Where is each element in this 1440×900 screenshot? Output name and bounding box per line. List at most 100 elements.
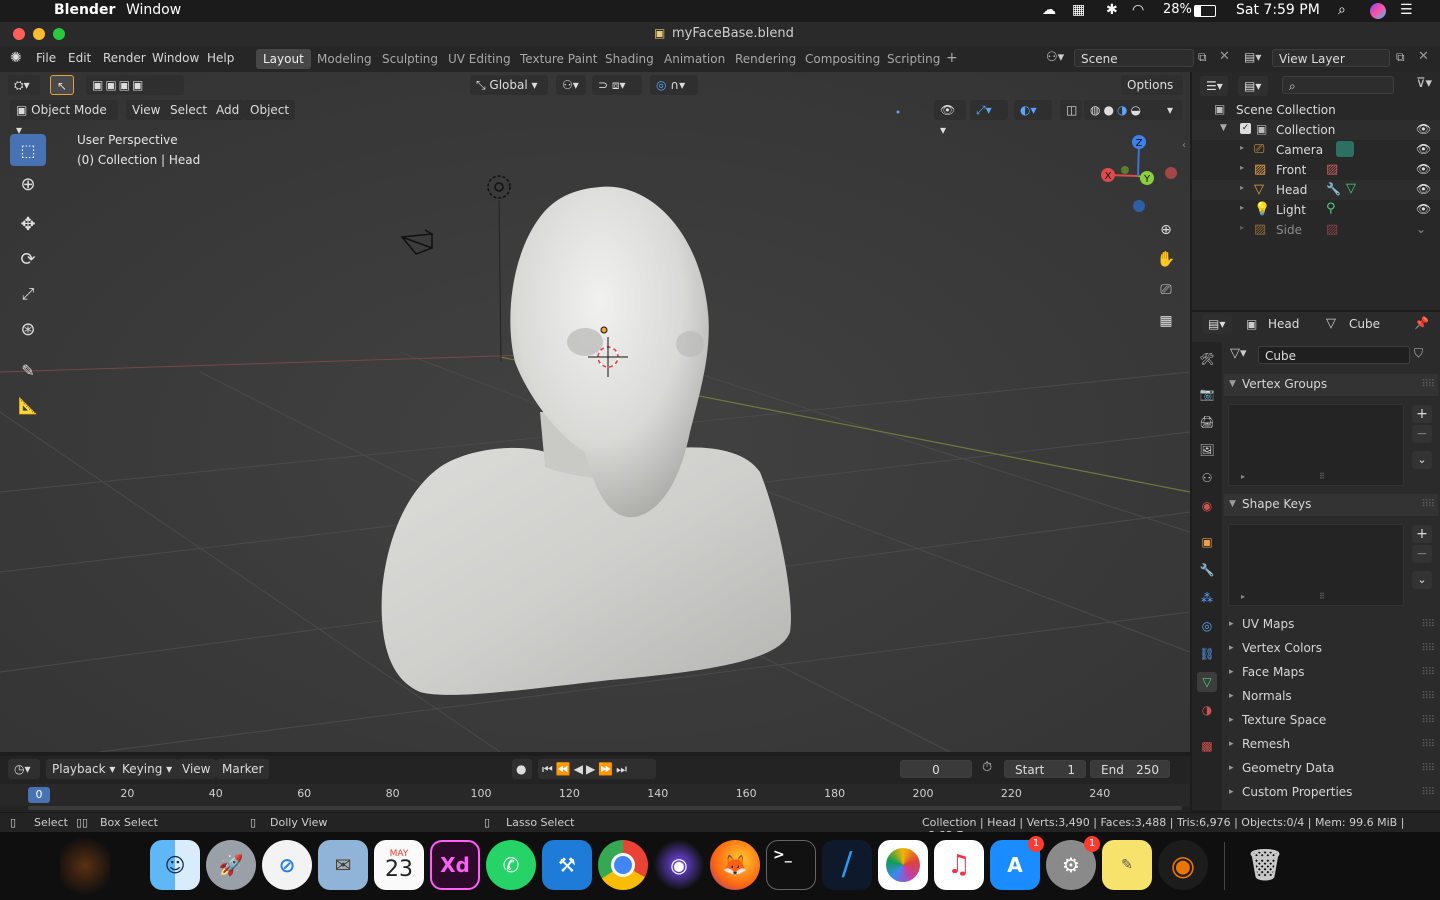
modifier-wrench-icon[interactable]: 🔧 xyxy=(1326,182,1341,196)
tool-move[interactable]: ✥ xyxy=(10,208,46,240)
terminal-icon[interactable]: >_ xyxy=(766,840,816,890)
eye-icon[interactable]: 👁 xyxy=(1416,162,1431,176)
delete-scene-icon[interactable]: ✕ xyxy=(1219,49,1230,64)
mail-icon[interactable]: ✉ xyxy=(318,840,368,890)
drag-grip-icon[interactable]: ⠿⠿ xyxy=(1421,499,1435,510)
tool-measure[interactable]: 📐 xyxy=(10,389,46,421)
xray-toggle-icon[interactable]: ◫ xyxy=(1060,100,1082,120)
tab-particles[interactable]: ⁂ xyxy=(1197,588,1217,608)
photos-icon[interactable] xyxy=(878,840,928,890)
tool-scale[interactable]: ⤢ xyxy=(10,278,46,310)
tab-modifiers[interactable]: 🔧 xyxy=(1197,560,1217,580)
notification-center-icon[interactable]: ☰ xyxy=(1400,2,1413,18)
zoom-view-button[interactable]: ⊕ xyxy=(1152,216,1180,244)
spotlight-icon[interactable]: ⌕ xyxy=(1338,2,1346,18)
gizmo-neg-y-icon[interactable] xyxy=(1121,166,1129,174)
outliner-row-front[interactable]: ▸ ▨ Front ▨ 👁 xyxy=(1192,160,1440,180)
timeline-menu-marker[interactable]: Marker xyxy=(216,759,270,779)
expand-arrow-icon[interactable]: ▸ xyxy=(1240,143,1244,152)
vertex-group-specials-icon[interactable]: ⌄ xyxy=(1412,451,1432,469)
close-window-button[interactable] xyxy=(13,28,25,40)
pivot-point-icon[interactable]: ⚇▾ xyxy=(556,75,586,95)
chevron-down-icon[interactable]: ⌄ xyxy=(1416,222,1426,236)
viewport-menu-view[interactable]: View xyxy=(126,100,167,120)
eye-icon[interactable]: 👁 xyxy=(1416,202,1431,216)
navigation-gizmo[interactable]: X Y Z xyxy=(1095,130,1185,220)
options-dropdown[interactable]: Options ▾ xyxy=(1121,75,1183,112)
tab-shading[interactable]: Shading xyxy=(598,49,661,69)
system-preferences-icon[interactable]: ⚙ 1 xyxy=(1046,836,1100,890)
timeline-menu-view[interactable]: View xyxy=(176,759,217,779)
tab-modeling[interactable]: Modeling xyxy=(310,49,379,69)
object-mode-dropdown[interactable]: ▣ Object Mode ▾ xyxy=(10,100,118,137)
properties-editor-type-icon[interactable]: ▤▾ xyxy=(1202,314,1232,334)
3d-viewport[interactable] xyxy=(0,72,1190,752)
mesh-data-icon[interactable]: ▽ xyxy=(1346,181,1356,196)
firefox-icon[interactable]: 🦊 xyxy=(710,840,760,890)
bluetooth-icon[interactable]: ✱ xyxy=(1106,2,1118,18)
end-frame-field[interactable]: End 250 xyxy=(1090,760,1170,778)
drag-grip-icon[interactable]: ⠿⠿ xyxy=(1421,379,1435,390)
tab-object[interactable]: ▣ xyxy=(1197,532,1217,552)
stopwatch-icon[interactable]: ⏱ xyxy=(982,760,992,775)
expand-arrow-icon[interactable]: ▼ xyxy=(1220,123,1227,133)
selection-mode-icons[interactable]: ▣▣▣▣ xyxy=(86,75,184,95)
pin-icon[interactable]: 📌 xyxy=(1414,316,1429,330)
mesh-browse-icon[interactable]: ▽▾ xyxy=(1230,346,1247,361)
proportional-edit-icon[interactable]: ◎ ∩▾ xyxy=(650,75,698,95)
trash-icon[interactable]: 🗑 xyxy=(1240,840,1290,890)
clock[interactable]: Sat 7:59 PM xyxy=(1236,2,1320,18)
timeline-scrollbar[interactable] xyxy=(28,806,1182,810)
tab-layout[interactable]: Layout xyxy=(256,49,311,69)
tab-world[interactable]: ◉ xyxy=(1197,496,1217,516)
panel-texture-space[interactable]: ▸ Texture Space ⠿⠿ xyxy=(1224,710,1438,732)
image-data-icon[interactable]: ▨ xyxy=(1326,162,1338,177)
drag-grip-icon[interactable]: ⠿⠿ xyxy=(1421,763,1435,774)
tool-select-box[interactable]: ⬚ xyxy=(10,134,46,166)
launchpad-icon[interactable]: 🚀 xyxy=(206,840,256,890)
editor-type-icon[interactable]: ⛭▾ xyxy=(8,75,40,95)
list-resize-grip-icon[interactable]: ⠿ xyxy=(1319,592,1325,601)
delete-view-layer-icon[interactable]: ✕ xyxy=(1418,49,1429,64)
head-mesh-body[interactable] xyxy=(381,447,791,695)
eye-icon[interactable]: 👁 xyxy=(1416,122,1431,136)
tool-cursor[interactable]: ⊕ xyxy=(10,168,46,200)
minimize-window-button[interactable] xyxy=(33,28,45,40)
menubar-extra-icon[interactable]: ▦ xyxy=(1072,2,1085,18)
menu-edit[interactable]: Edit xyxy=(68,51,91,65)
sidebar-toggle-icon[interactable]: ‹ xyxy=(1182,140,1186,151)
panel-normals[interactable]: ▸ Normals ⠿⠿ xyxy=(1224,686,1438,708)
outliner-row-light[interactable]: ▸ 💡 Light ⚲ 👁 xyxy=(1192,200,1440,220)
gizmo-toggle-icon[interactable]: ⤢▾ xyxy=(970,100,1008,120)
panel-geometry-data[interactable]: ▸ Geometry Data ⠿⠿ xyxy=(1224,758,1438,780)
creative-cloud-icon[interactable]: ☁ xyxy=(1042,2,1056,18)
wifi-icon[interactable]: ◠ xyxy=(1132,2,1144,18)
tab-data[interactable]: ▽ xyxy=(1197,672,1217,692)
list-expand-icon[interactable]: ▸ xyxy=(1241,472,1245,481)
drag-grip-icon[interactable]: ⠿⠿ xyxy=(1421,643,1435,654)
menu-render[interactable]: Render xyxy=(103,51,146,65)
drag-grip-icon[interactable]: ⠿⠿ xyxy=(1421,715,1435,726)
drag-grip-icon[interactable]: ⠿⠿ xyxy=(1421,691,1435,702)
current-frame-field[interactable]: 0 xyxy=(900,760,972,778)
shading-mode-icons[interactable]: ◍●◑◒ xyxy=(1084,100,1170,120)
view-layer-selector-icon[interactable]: ▤▾ xyxy=(1244,50,1261,64)
remove-shape-key-button[interactable]: − xyxy=(1412,545,1432,563)
start-frame-field[interactable]: Start 1 xyxy=(1004,760,1086,778)
timeline-editor-type-icon[interactable]: ◷▾ xyxy=(8,759,40,779)
ortho-toggle-button[interactable]: ▦ xyxy=(1152,307,1180,335)
stickies-icon[interactable]: ✎ xyxy=(1102,840,1152,890)
tab-view-layer[interactable]: 🖼 xyxy=(1197,440,1217,460)
menu-file[interactable]: File xyxy=(36,51,56,65)
outliner-row-camera[interactable]: ▸ ⎚ Camera 👁 xyxy=(1192,140,1440,160)
tab-animation[interactable]: Animation xyxy=(657,49,732,69)
add-shape-key-button[interactable]: + xyxy=(1412,525,1432,543)
whatsapp-icon[interactable]: ✆ xyxy=(486,840,536,890)
panel-custom-properties[interactable]: ▸ Custom Properties ⠿⠿ xyxy=(1224,782,1438,804)
vscode-icon[interactable]: ⧸ xyxy=(822,840,872,890)
tool-transform[interactable]: ⊛ xyxy=(10,313,46,345)
outliner-row-head[interactable]: ▸ ▽ Head 🔧 ▽ 👁 xyxy=(1192,180,1440,200)
outliner-editor-type-icon[interactable]: ☰▾ xyxy=(1200,76,1228,96)
adobe-xd-icon[interactable]: Xd xyxy=(430,840,480,890)
shape-key-specials-icon[interactable]: ⌄ xyxy=(1412,571,1432,589)
